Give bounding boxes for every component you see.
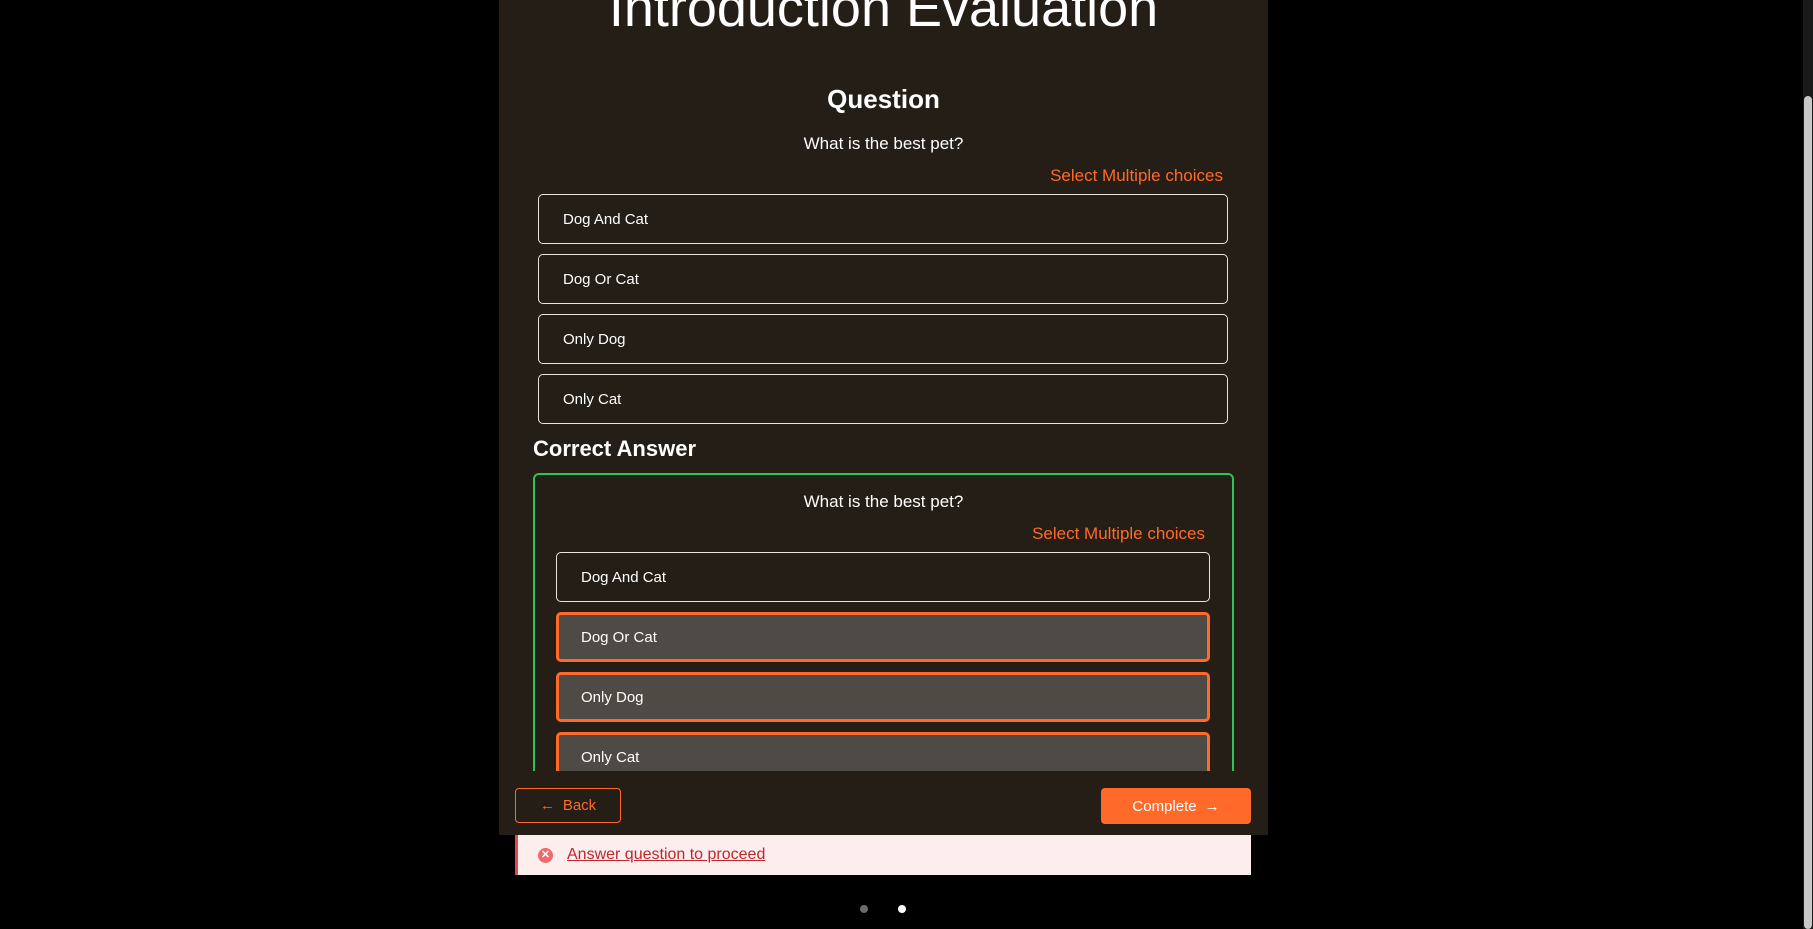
question-option-dog-or-cat[interactable]: Dog Or Cat: [538, 254, 1228, 304]
correct-answer-question-text: What is the best pet?: [803, 492, 964, 511]
page-scrollbar[interactable]: [1803, 0, 1813, 929]
scrollbar-thumb[interactable]: [1804, 96, 1812, 929]
answer-option-dog-and-cat: Dog And Cat: [556, 552, 1210, 602]
option-label: Only Cat: [581, 748, 640, 766]
option-label: Dog Or Cat: [563, 270, 639, 288]
correct-answer-hint: Select Multiple choices: [1032, 524, 1205, 543]
option-label: Dog Or Cat: [581, 628, 657, 646]
back-button-label: Back: [562, 797, 597, 814]
error-message-bar: ✕ Answer question to proceed: [515, 835, 1251, 875]
evaluation-content[interactable]: Introduction Evaluation Question What is…: [499, 0, 1268, 771]
option-label: Only Dog: [563, 330, 626, 348]
answer-option-only-cat: Only Cat: [556, 732, 1210, 771]
page-title: Introduction Evaluation: [608, 0, 1159, 38]
back-button[interactable]: ← Back: [515, 788, 621, 823]
error-message-link[interactable]: Answer question to proceed: [567, 846, 765, 864]
question-hint: Select Multiple choices: [1050, 166, 1223, 185]
complete-button-label: Complete: [1132, 797, 1197, 815]
pagination-dot-2[interactable]: [898, 905, 906, 913]
close-circle-icon: ✕: [538, 847, 553, 863]
answer-option-dog-or-cat: Dog Or Cat: [556, 612, 1210, 662]
question-option-only-cat[interactable]: Only Cat: [538, 374, 1228, 424]
pagination-dot-1[interactable]: [860, 905, 868, 913]
evaluation-panel: Introduction Evaluation Question What is…: [499, 0, 1268, 835]
navigation-footer: ← Back Complete →: [499, 771, 1268, 835]
pagination-dots: [860, 905, 906, 913]
answer-option-only-dog: Only Dog: [556, 672, 1210, 722]
arrow-left-icon: ←: [539, 797, 555, 814]
question-heading: Question: [827, 84, 940, 114]
option-label: Only Cat: [563, 390, 622, 408]
option-label: Dog And Cat: [563, 210, 649, 228]
question-option-dog-and-cat[interactable]: Dog And Cat: [538, 194, 1228, 244]
question-text: What is the best pet?: [803, 134, 964, 153]
arrow-right-icon: →: [1204, 797, 1220, 815]
option-label: Dog And Cat: [581, 568, 667, 586]
complete-button[interactable]: Complete →: [1101, 788, 1251, 824]
question-option-only-dog[interactable]: Only Dog: [538, 314, 1228, 364]
correct-answer-heading: Correct Answer: [533, 436, 697, 461]
page: Introduction Evaluation Question What is…: [0, 0, 1813, 929]
option-label: Only Dog: [581, 688, 644, 706]
